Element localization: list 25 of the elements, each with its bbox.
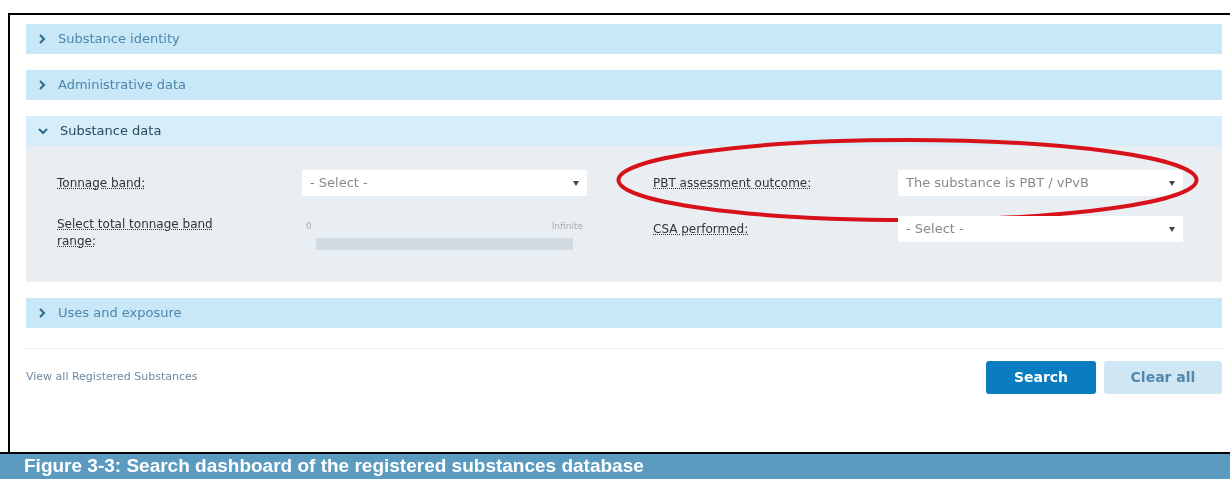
range-max-label: Infinite [551,220,583,233]
view-all-link[interactable]: View all Registered Substances [26,368,198,386]
field-label: CSA performed: [653,221,749,238]
chevron-down-icon [38,127,48,135]
dropdown-arrow-icon [1169,180,1175,186]
accordion-header[interactable]: Administrative data [26,70,1222,100]
dropdown[interactable]: The substance is PBT / vPvB [898,170,1183,196]
dropdown-arrow-icon [573,180,579,186]
dropdown-arrow-icon [1169,226,1175,232]
range-min-label: 0 [306,220,312,233]
field-label: Select total tonnage band range: [57,216,214,249]
chevron-right-icon [38,34,46,44]
chevron-right-icon [38,80,46,90]
field-label: PBT assessment outcome: [653,175,812,192]
field-label: Tonnage band: [57,175,146,192]
accordion-header[interactable]: Uses and exposure [26,297,1222,328]
accordion-header[interactable]: Substance data [26,116,1222,146]
figure-caption: Figure 3-3: Search dashboard of the registered substances database [0,452,1230,479]
range-slider[interactable] [316,237,573,250]
dropdown[interactable]: - Select - [302,170,587,196]
dropdown[interactable]: - Select - [898,216,1183,242]
accordion-header[interactable]: Substance identity [26,24,1222,54]
chevron-right-icon [38,307,46,318]
clear-button[interactable]: Clear all [1104,360,1222,394]
search-button[interactable]: Search [986,360,1096,394]
